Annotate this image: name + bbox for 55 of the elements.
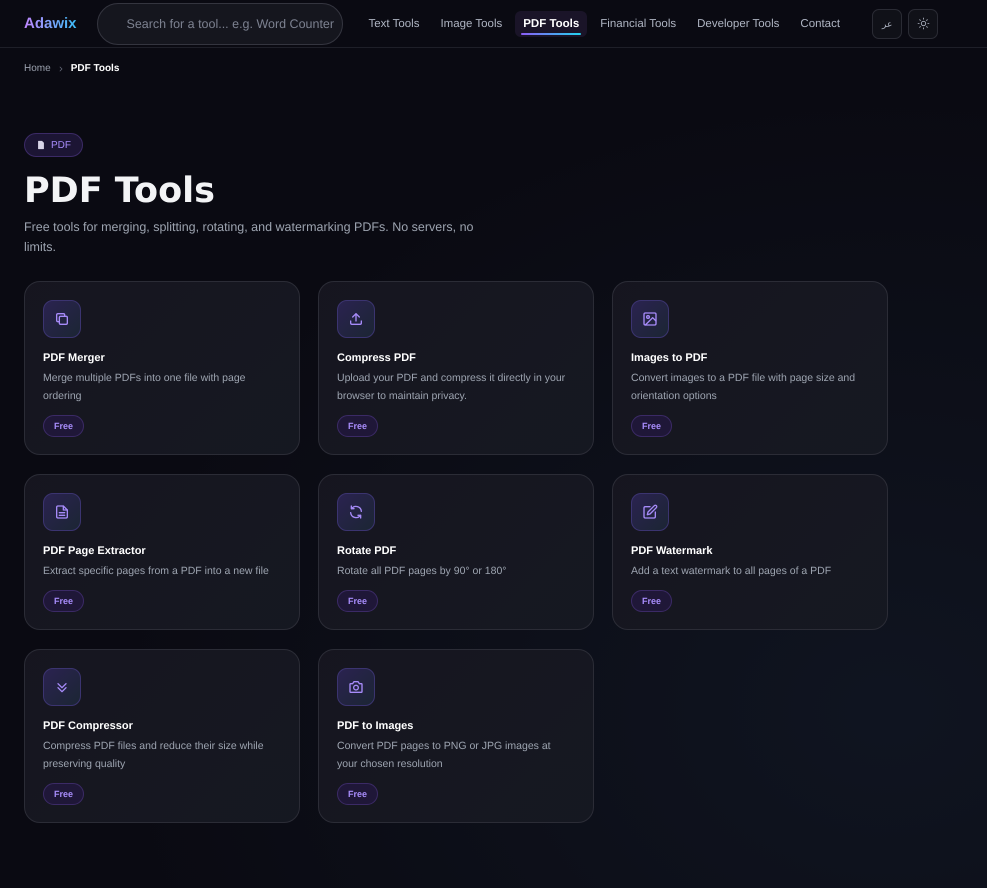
badge-label: PDF [51,140,71,150]
tool-title: Rotate PDF [337,545,396,557]
free-tag: Free [631,415,672,437]
theme-toggle-button[interactable] [908,8,938,38]
search-field[interactable]: Search for a tool... e.g. Word Counter [96,2,343,44]
edit-icon [642,504,658,520]
nav-link[interactable]: PDF Tools [515,10,588,36]
tool-card[interactable]: PDF Watermark Add a text watermark to all pages of a PDF Free [612,474,888,630]
nav-link[interactable]: Image Tools [432,10,510,36]
free-tag: Free [337,590,378,612]
tool-title: PDF Page Extractor [43,545,146,557]
free-tag: Free [631,590,672,612]
page-title: PDF Tools [24,171,216,211]
tool-description: Convert images to a PDF file with page size and orientation options [631,371,856,404]
tool-description: Rotate all PDF pages by 90° or 180° [337,564,508,579]
sun-icon [916,17,930,30]
tool-description: Merge multiple PDFs into one file with page ordering [43,371,247,404]
free-tag: Free [43,415,84,437]
tool-description: Upload your PDF and compress it directly in your browser to maintain privacy. [337,371,566,404]
tool-description: Convert PDF pages to PNG or JPG images at your chosen resolution [337,739,552,772]
free-tag: Free [43,783,84,805]
free-tag: Free [337,415,378,437]
tool-card[interactable]: PDF Compressor Compress PDF files and reduce their size while preserving quality Free [24,649,300,823]
tool-title: Compress PDF [337,352,416,364]
nav-link[interactable]: Contact [792,10,848,36]
tool-card[interactable]: PDF Merger Merge multiple PDFs into one file with page ordering Free [24,281,300,455]
tool-title: PDF Watermark [631,545,713,557]
tool-card[interactable]: Images to PDF Convert images to a PDF file with page size and orientation options Free [612,281,888,455]
language-button[interactable]: عر [872,8,902,38]
tool-description: Add a text watermark to all pages of a PDF [631,564,832,579]
refresh-icon [348,504,364,520]
tool-title: Images to PDF [631,352,708,364]
tool-description: Extract specific pages from a PDF into a new file [43,564,270,579]
tool-card[interactable]: Rotate PDF Rotate all PDF pages by 90° or 180° Free [318,474,594,630]
free-tag: Free [337,783,378,805]
document-icon [54,504,70,520]
free-tag: Free [43,590,84,612]
upload-icon [348,311,364,327]
tool-card[interactable]: Compress PDF Upload your PDF and compress it directly in your browser to maintain privacy. Free [318,281,594,455]
page-subtitle: Free tools for merging, splitting, rotating, and watermarking PDFs. No servers, no limits. [24,219,474,256]
tool-title: PDF to Images [337,720,414,732]
tool-card[interactable]: PDF to Images Convert PDF pages to PNG or JPG images at your chosen resolution Free [318,649,594,823]
image-icon [642,311,658,327]
copy-icon [54,311,70,327]
breadcrumb-current: PDF Tools [70,63,120,74]
camera-icon [348,679,364,695]
tool-title: PDF Merger [43,352,105,364]
tool-description: Compress PDF files and reduce their size while preserving quality [43,739,265,772]
tool-card[interactable]: PDF Page Extractor Extract specific pages from a PDF into a new file Free [24,474,300,630]
nav-link[interactable]: Developer Tools [689,10,788,36]
nav-link[interactable]: Text Tools [360,10,428,36]
file-icon [36,140,46,150]
nav-link[interactable]: Financial Tools [592,10,684,36]
breadcrumb-link[interactable]: Home [24,63,51,74]
tool-title: PDF Compressor [43,720,133,732]
